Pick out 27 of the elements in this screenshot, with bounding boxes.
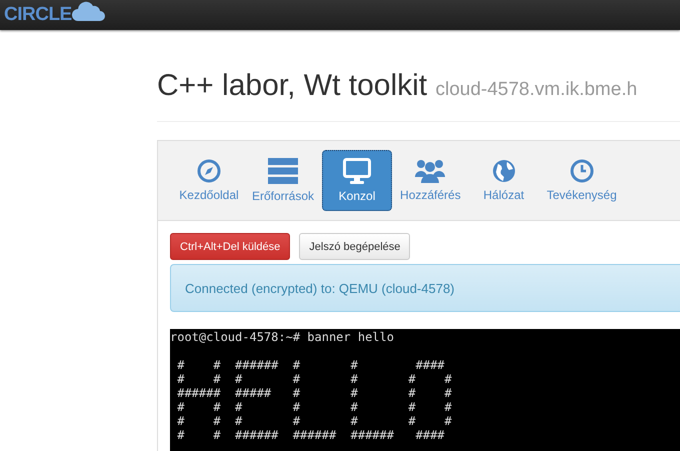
console-line: # # # # # # #: [176, 400, 452, 414]
compass-icon: [197, 159, 221, 183]
console-screen[interactable]: root@cloud-4578:~# banner hello # # ###### # # #### # # # # # # # ###### ##### # # # # # # # # # # # # # # # # # # # # ###### ###### ###### ####: [170, 329, 680, 451]
server-icon: [268, 158, 298, 184]
console-line: root@cloud-4578:~# banner hello: [170, 330, 394, 344]
console-line: # # # # # # #: [176, 372, 452, 386]
tab[interactable]: Hálózat: [468, 150, 539, 211]
status-alert: Connected (encrypted) to: QEMU (cloud-4578): [170, 264, 680, 312]
logo[interactable]: CIRCLE: [4, 4, 72, 26]
users-icon: [415, 159, 446, 183]
monitor-icon: [343, 158, 372, 184]
tab[interactable]: Hozzáférés: [395, 150, 466, 211]
tab[interactable]: Tevékenység: [542, 150, 622, 211]
clock-icon: [570, 159, 594, 183]
send-keys-button[interactable]: Ctrl+Alt+Del küldése: [170, 233, 290, 260]
console-line: # # ###### ###### ###### ####: [176, 428, 445, 442]
globe-icon: [492, 159, 516, 183]
page-title: C++ labor, Wt toolkit: [157, 69, 428, 102]
type-password-button[interactable]: Jelszó begépelése: [299, 233, 410, 260]
console-line: # # ###### # # ####: [176, 358, 445, 372]
tab[interactable]: Kezdőoldal: [174, 150, 244, 211]
console-line: # # # # # # #: [176, 414, 452, 428]
tab[interactable]: Erőforrások: [247, 150, 320, 211]
console-line: ###### ##### # # # #: [176, 386, 452, 400]
cloud-icon: [72, 1, 106, 23]
hostname: cloud-4578.vm.ik.bme.h: [435, 79, 638, 100]
tab[interactable]: Konzol: [322, 150, 392, 211]
